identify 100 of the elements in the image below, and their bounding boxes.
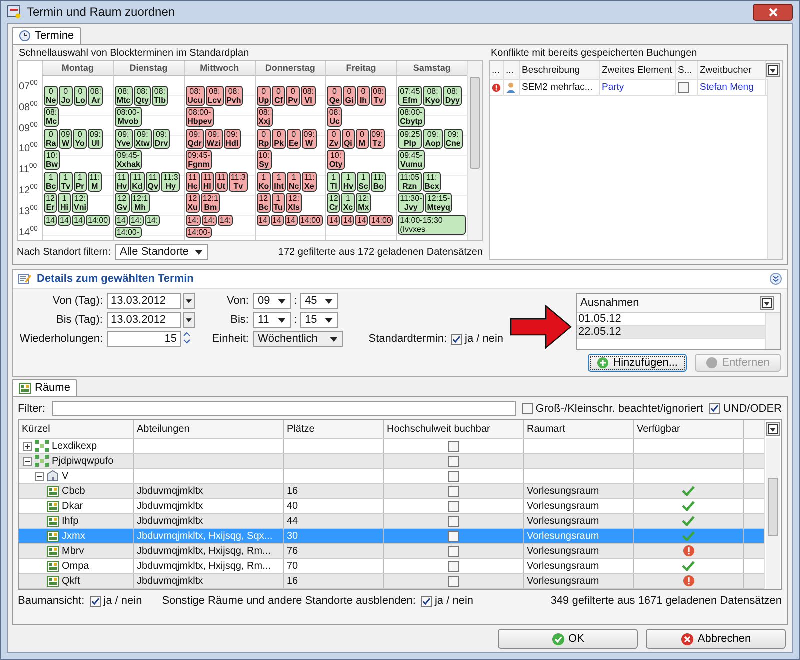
table-row[interactable]: Ihfp Jbduvmqjmkltx 44 Vorlesungsraum — [19, 514, 764, 529]
appointment-block[interactable]: 08: Tlb — [152, 86, 168, 106]
date-field[interactable]: 13.03.2012 — [107, 293, 181, 309]
dropdown-button[interactable] — [183, 312, 195, 328]
expand-icon[interactable] — [23, 442, 32, 450]
appointment-block[interactable]: 14: — [144, 215, 160, 226]
appointment-block[interactable]: 0 Ne — [44, 86, 58, 106]
appointment-block[interactable]: 1 Tu — [272, 193, 285, 213]
appointment-block[interactable]: 0 Pk — [272, 129, 286, 149]
appointment-block[interactable]: 1 Sc — [356, 172, 370, 192]
appointment-block[interactable]: 1 Xc — [341, 193, 356, 213]
appointment-block[interactable]: 10: Oty — [327, 150, 345, 170]
checkbox[interactable] — [420, 596, 432, 606]
appointment-block[interactable]: 1 Tv — [59, 172, 73, 192]
appointment-block[interactable]: 14:00- — [186, 227, 212, 238]
appointment-block[interactable]: 12 Er — [44, 193, 57, 213]
appointment-block[interactable]: 12 Xu — [186, 193, 200, 213]
appointment-block[interactable]: 11: M — [88, 172, 102, 192]
appointment-block[interactable]: 09: Aop — [423, 129, 443, 149]
checkbox[interactable] — [522, 403, 533, 414]
ok-button[interactable]: OK — [498, 629, 638, 649]
column-header[interactable]: Zweites Element — [600, 61, 676, 79]
column-header[interactable]: Verfügbar — [634, 420, 744, 438]
appointment-block[interactable]: 09 W — [59, 129, 72, 149]
appointment-block[interactable]: 14: — [128, 215, 144, 226]
appointment-block[interactable]: 11: Xe — [302, 172, 317, 192]
collapse-icon[interactable] — [770, 273, 782, 285]
appointment-block[interactable]: 1 Hv — [341, 172, 356, 192]
column-header[interactable]: Abteilungen — [134, 420, 284, 438]
collapse-icon[interactable] — [23, 456, 32, 466]
appointment-block[interactable]: 08: Pvh — [224, 86, 244, 106]
checkbox[interactable] — [448, 440, 459, 452]
appointment-block[interactable]: 14 — [341, 215, 354, 226]
appointment-block[interactable]: 08: Mc — [44, 107, 60, 127]
checkbox[interactable] — [90, 596, 101, 606]
scrollbar[interactable] — [766, 438, 780, 589]
checkbox[interactable] — [448, 530, 459, 542]
appointment-block[interactable]: 14 — [270, 215, 284, 226]
repeat-field[interactable]: 15 — [107, 331, 181, 347]
dropdown-button[interactable] — [183, 293, 195, 309]
appointment-block[interactable]: 12:15- Mteyq — [425, 193, 452, 213]
table-row[interactable]: Mbrv Jbduvmqjmkltx, Hxijsqg, Rm... 76 Vorlesungsraum — [19, 544, 764, 559]
cancel-button[interactable]: Abbrechen — [646, 629, 786, 649]
appointment-block[interactable]: 09:45- Fgnm — [186, 150, 212, 170]
appointment-block[interactable]: 11:3 Tv — [228, 172, 248, 192]
appointment-block[interactable]: 09: Yve — [114, 129, 133, 149]
unit-dropdown[interactable]: Wöchentlich — [253, 331, 343, 347]
appointment-block[interactable]: 0 Jo — [59, 86, 73, 106]
appointment-block[interactable]: 09: Wzi — [204, 129, 223, 149]
column-header[interactable]: Raumart — [524, 420, 634, 438]
appointment-block[interactable]: 11: Bcx — [422, 172, 442, 192]
appointment-block[interactable]: 0 Qe — [327, 86, 342, 106]
appointment-block[interactable]: 11 Hc — [186, 172, 200, 192]
appointment-block[interactable]: 14 — [355, 215, 368, 226]
appointment-block[interactable]: 11:05 Rzn — [398, 172, 422, 192]
checkbox[interactable] — [448, 456, 459, 466]
appointment-block[interactable]: 0 Lo — [74, 86, 88, 106]
appointment-block[interactable]: 1 Pr — [74, 172, 87, 192]
appointment-block[interactable]: 10: Sy — [256, 150, 272, 170]
appointment-block[interactable]: 1 Hi — [58, 193, 71, 213]
close-button[interactable] — [753, 4, 793, 20]
appointment-block[interactable]: 12: Vni — [72, 193, 88, 213]
checkbox[interactable] — [448, 470, 459, 482]
appointment-block[interactable]: 09:45- Vumu — [398, 150, 425, 170]
checkbox[interactable] — [448, 576, 459, 586]
appointment-block[interactable]: 08: Uc — [327, 107, 342, 127]
appointment-block[interactable]: 08: Kyo — [423, 86, 442, 106]
appointment-block[interactable]: 1 Ko — [256, 172, 272, 192]
column-chooser-button[interactable] — [766, 63, 780, 77]
table-row[interactable]: Cbcb Jbduvmqjmkltx 16 Vorlesungsraum — [19, 484, 764, 499]
appointment-block[interactable]: 14:00 — [369, 215, 394, 226]
appointment-block[interactable]: 14:00- — [114, 227, 142, 238]
appointment-block[interactable]: 0 Pv — [286, 86, 300, 106]
appointment-block[interactable]: 0 M — [356, 129, 369, 149]
hour-dropdown[interactable]: 11 — [253, 312, 291, 328]
appointment-block[interactable]: 14:00-15:30 (Ivvxes — [398, 215, 466, 235]
appointment-block[interactable]: 14 — [114, 215, 128, 226]
appointment-block[interactable]: 09: Xtw — [134, 129, 152, 149]
location-dropdown[interactable]: Alle Standorte — [114, 244, 208, 260]
appointment-block[interactable]: 11 Hl — [200, 172, 214, 192]
appointment-block[interactable]: 14 — [72, 215, 85, 226]
column-header[interactable]: Beschreibung — [520, 61, 600, 79]
appointment-block[interactable]: 08: Dyy — [443, 86, 462, 106]
appointment-block[interactable]: 0 Ra — [44, 129, 58, 149]
collapse-icon[interactable] — [35, 472, 44, 480]
appointment-block[interactable]: 12: Xls — [286, 193, 302, 213]
column-chooser-button[interactable] — [766, 422, 780, 436]
appointment-block[interactable]: 14:00 — [298, 215, 323, 226]
appointment-block[interactable]: 0 Ih — [357, 86, 370, 106]
column-header[interactable]: Ausnahmen — [580, 297, 640, 309]
appointment-block[interactable]: 14 — [327, 215, 340, 226]
appointment-block[interactable]: 0 Rp — [256, 129, 272, 149]
appointment-block[interactable]: 1 Bc — [44, 172, 58, 192]
termine-tab[interactable]: Termine — [12, 27, 82, 44]
checkbox[interactable] — [709, 403, 720, 414]
appointment-block[interactable]: 14 — [44, 215, 57, 226]
appointment-block[interactable]: 08: Ucu — [186, 86, 205, 106]
appointment-block[interactable]: 1 Nc — [286, 172, 302, 192]
appointment-block[interactable]: 0 Gi — [343, 86, 356, 106]
column-header[interactable]: Plätze — [284, 420, 384, 438]
